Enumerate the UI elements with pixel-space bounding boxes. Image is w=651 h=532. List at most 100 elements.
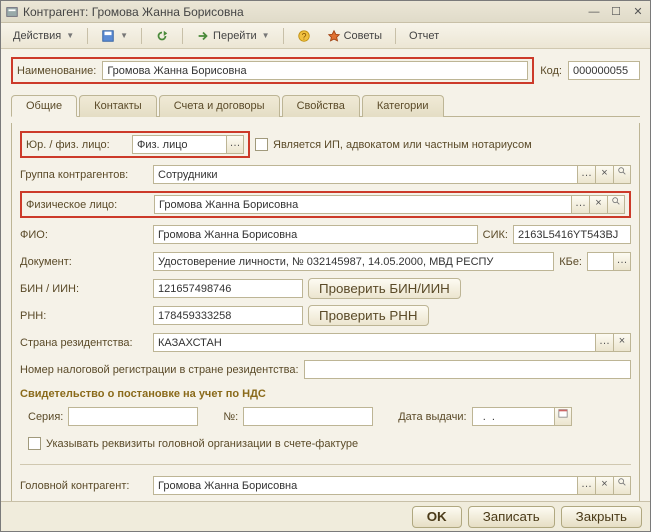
bin-input[interactable]: [153, 279, 303, 298]
taxreg-input[interactable]: [304, 360, 631, 379]
row-taxreg: Номер налоговой регистрации в стране рез…: [20, 359, 631, 380]
advice-button[interactable]: Советы: [321, 26, 388, 46]
ip-label: Является ИП, адвокатом или частным нотар…: [273, 139, 532, 151]
row-group: Группа контрагентов: … ×: [20, 164, 631, 185]
headorg-checkbox[interactable]: [28, 437, 41, 450]
header-row: Наименование: Код:: [11, 57, 640, 84]
minimize-icon[interactable]: —: [586, 5, 602, 19]
maximize-icon[interactable]: ☐: [608, 5, 624, 19]
series-input[interactable]: [68, 407, 198, 426]
headorg-chk-label: Указывать реквизиты головной организации…: [46, 438, 358, 450]
fio-input[interactable]: [153, 225, 478, 244]
taxreg-label: Номер налоговой регистрации в стране рез…: [20, 364, 299, 376]
code-input[interactable]: [568, 61, 640, 80]
ok-button[interactable]: OK: [412, 506, 462, 528]
type-highlight: Юр. / физ. лицо: …: [20, 131, 250, 158]
tab-panel-general: Юр. / физ. лицо: … Является ИП, адвокато…: [11, 123, 640, 501]
row-headorg: Головной контрагент: … ×: [20, 475, 631, 496]
person-ellipsis-button[interactable]: …: [571, 195, 589, 214]
sik-input[interactable]: [513, 225, 631, 244]
ip-checkbox[interactable]: [255, 138, 268, 151]
doc-input[interactable]: [153, 252, 554, 271]
check-bin-button[interactable]: Проверить БИН/ИИН: [308, 278, 461, 299]
headorg-ellipsis-button[interactable]: …: [577, 476, 595, 495]
row-country: Страна резидентства: … ×: [20, 332, 631, 353]
window-title: Контрагент: Громова Жанна Борисовна: [23, 5, 586, 19]
svg-text:?: ?: [301, 31, 306, 41]
row-nds-fields: Серия: №: Дата выдачи:: [20, 406, 631, 427]
titlebar: Контрагент: Громова Жанна Борисовна — ☐ …: [1, 1, 650, 23]
fio-label: ФИО:: [20, 229, 148, 241]
row-type: Юр. / физ. лицо: … Является ИП, адвокато…: [20, 131, 631, 158]
country-clear-button[interactable]: ×: [613, 333, 631, 352]
row-person: Физическое лицо: … ×: [20, 191, 631, 218]
row-headorg-chk: Указывать реквизиты головной организации…: [20, 433, 631, 454]
help-icon-button[interactable]: ?: [291, 26, 317, 46]
check-rnn-button[interactable]: Проверить РНН: [308, 305, 429, 326]
tab-accounts[interactable]: Счета и договоры: [159, 95, 280, 117]
name-input[interactable]: [102, 61, 528, 80]
chevron-down-icon: ▼: [120, 31, 128, 40]
toolbar: Действия▼ ▼ Перейти▼ ? Советы Отчет: [1, 23, 650, 49]
issued-input[interactable]: [472, 407, 554, 426]
row-fio: ФИО: СИК:: [20, 224, 631, 245]
series-label: Серия:: [28, 411, 63, 423]
row-bin: БИН / ИИН: Проверить БИН/ИИН: [20, 278, 631, 299]
group-ellipsis-button[interactable]: …: [577, 165, 595, 184]
type-input[interactable]: [132, 135, 226, 154]
app-icon: [5, 5, 19, 19]
name-highlight: Наименование:: [11, 57, 534, 84]
type-label: Юр. / физ. лицо:: [26, 139, 126, 151]
rnn-label: РНН:: [20, 310, 148, 322]
code-label: Код:: [540, 65, 562, 77]
refresh-icon-button[interactable]: [149, 26, 175, 46]
tab-general[interactable]: Общие: [11, 95, 77, 117]
bin-label: БИН / ИИН:: [20, 283, 148, 295]
sik-label: СИК:: [483, 229, 508, 241]
tab-properties[interactable]: Свойства: [282, 95, 360, 117]
row-rnn: РНН: Проверить РНН: [20, 305, 631, 326]
type-ellipsis-button[interactable]: …: [226, 135, 244, 154]
group-search-button[interactable]: [613, 165, 631, 184]
group-label: Группа контрагентов:: [20, 169, 148, 181]
country-ellipsis-button[interactable]: …: [595, 333, 613, 352]
save-icon-button[interactable]: ▼: [95, 26, 134, 46]
headorg-clear-button[interactable]: ×: [595, 476, 613, 495]
name-label: Наименование:: [17, 65, 96, 77]
tab-categories[interactable]: Категории: [362, 95, 444, 117]
kbe-label: КБе:: [559, 256, 582, 268]
kbe-ellipsis-button[interactable]: …: [613, 252, 631, 271]
write-button[interactable]: Записать: [468, 506, 555, 528]
actions-menu[interactable]: Действия▼: [7, 27, 80, 45]
window-root: Контрагент: Громова Жанна Борисовна — ☐ …: [0, 0, 651, 532]
group-clear-button[interactable]: ×: [595, 165, 613, 184]
calendar-icon[interactable]: [554, 407, 572, 426]
headorg-input[interactable]: [153, 476, 577, 495]
person-clear-button[interactable]: ×: [589, 195, 607, 214]
window-controls: — ☐ ✕: [586, 5, 646, 19]
person-search-button[interactable]: [607, 195, 625, 214]
headorg-search-button[interactable]: [613, 476, 631, 495]
chevron-down-icon: ▼: [66, 31, 74, 40]
close-button[interactable]: Закрыть: [561, 506, 642, 528]
tab-contacts[interactable]: Контакты: [79, 95, 157, 117]
doc-label: Документ:: [20, 256, 148, 268]
nds-section-title: Свидетельство о постановке на учет по НД…: [20, 388, 631, 400]
country-label: Страна резидентства:: [20, 337, 148, 349]
person-input[interactable]: [154, 195, 571, 214]
group-input[interactable]: [153, 165, 577, 184]
goto-menu[interactable]: Перейти▼: [190, 26, 276, 46]
close-icon[interactable]: ✕: [630, 5, 646, 19]
row-document: Документ: КБе: …: [20, 251, 631, 272]
num-label: №:: [223, 411, 238, 423]
person-label: Физическое лицо:: [26, 199, 148, 211]
num-input[interactable]: [243, 407, 373, 426]
report-button[interactable]: Отчет: [403, 27, 445, 45]
divider: [20, 464, 631, 465]
kbe-input[interactable]: [587, 252, 613, 271]
tabs: Общие Контакты Счета и договоры Свойства…: [11, 94, 640, 117]
headorg-label: Головной контрагент:: [20, 480, 148, 492]
rnn-input[interactable]: [153, 306, 303, 325]
country-input[interactable]: [153, 333, 595, 352]
footer: OK Записать Закрыть: [1, 501, 650, 531]
